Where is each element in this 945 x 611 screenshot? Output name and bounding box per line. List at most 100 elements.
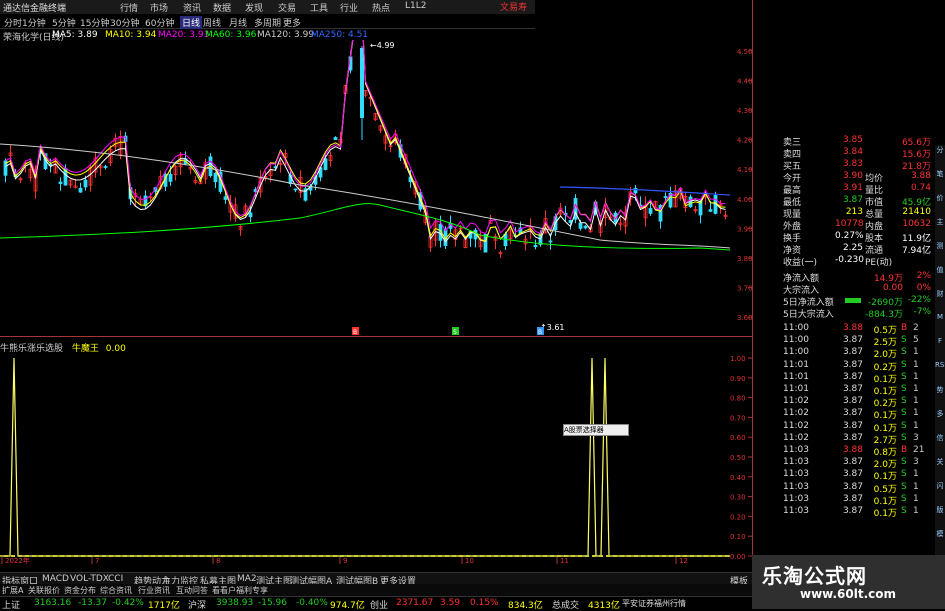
indicator-tab-2[interactable]: MACD [42, 574, 69, 584]
tick-row-15: 11:03 3.87 0.1万 S 1 [753, 506, 933, 519]
tick-volume: 0.1万 [873, 472, 897, 483]
period-tab-5[interactable]: 60分钟 [145, 16, 174, 29]
period-tab-2[interactable]: 5分钟 [52, 16, 76, 29]
indicator-dot [585, 555, 589, 557]
price-axis-label-8: 3.70 [737, 285, 752, 293]
side-tool-0[interactable]: 分 [935, 145, 945, 156]
period-tab-9[interactable]: 多周期 [254, 16, 281, 29]
tick-price: 3.87 [842, 420, 863, 431]
indicator-dot [578, 555, 582, 557]
side-tool-16[interactable]: 模 [935, 529, 945, 540]
tick-price: 3.87 [842, 396, 863, 407]
menu-item-7[interactable]: 行业 [340, 1, 358, 14]
info-tab-6[interactable]: 看看户福利专享 [212, 585, 268, 596]
indicator-dot [711, 555, 715, 557]
tick-side: S [901, 493, 907, 504]
index-amount-1: 974.7亿 [330, 601, 365, 611]
info-tab-2[interactable]: 资金分布 [64, 585, 96, 596]
period-tab-10[interactable]: 更多 [283, 16, 301, 29]
tick-side: S [901, 408, 907, 419]
tick-price: 3.87 [842, 384, 863, 394]
side-tool-13[interactable]: 关 [935, 457, 945, 468]
tick-volume: 0.5万 [873, 326, 897, 336]
period-tab-4[interactable]: 30分钟 [110, 16, 139, 29]
menu-item-9[interactable]: L1L2 [405, 1, 426, 11]
indicator-tab-3[interactable]: VOL-TDX [70, 574, 109, 584]
menu-item-0[interactable]: 行情 [120, 1, 138, 14]
quote-value: 3.85 [842, 135, 863, 145]
index-name-2[interactable]: 创业 [370, 598, 388, 611]
watermark-url: www.60lt.com [800, 587, 897, 601]
menu-item-8[interactable]: 热点 [372, 1, 390, 14]
index-name-3[interactable]: 总成交 [552, 598, 579, 611]
index-amount-2: 834.3亿 [508, 601, 543, 611]
period-tab-8[interactable]: 月线 [229, 16, 247, 29]
period-tab-6[interactable]: 日线 [180, 16, 203, 29]
indicator-dot [375, 555, 379, 557]
period-tab-0[interactable]: 分时 [4, 16, 22, 29]
indicator-dot [256, 555, 260, 557]
period-tab-7[interactable]: 周线 [203, 16, 221, 29]
menu-item-2[interactable]: 资讯 [183, 1, 201, 14]
indicator-axis-label-9: 0.10 [730, 533, 746, 541]
side-tool-1[interactable]: 笔 [935, 169, 945, 180]
flow-label: 5日大宗流入 [783, 310, 834, 320]
side-tool-15[interactable]: 版 [935, 505, 945, 516]
side-tool-12[interactable]: 信 [935, 433, 945, 444]
indicator-dot [32, 555, 36, 557]
indicator-dot [662, 555, 666, 557]
tick-time: 11:02 [783, 408, 809, 419]
indicator-dot [620, 555, 624, 557]
menu-item-4[interactable]: 发现 [245, 1, 263, 14]
info-tab-4[interactable]: 行业资讯 [138, 585, 170, 596]
indicator-dot [228, 555, 232, 557]
indicator-dot [200, 555, 204, 557]
indicator-tab-8[interactable]: MA2 [237, 574, 257, 584]
indicator-dot [382, 555, 386, 557]
side-tool-9[interactable]: RSI [935, 361, 945, 372]
quote-value: 213 [845, 207, 863, 217]
side-tool-10[interactable]: 势 [935, 385, 945, 396]
tick-volume: 0.1万 [873, 411, 897, 422]
tick-row-4: 11:01 3.87 0.1万 S 1 [753, 372, 933, 385]
side-tool-2[interactable]: 价 [935, 193, 945, 204]
side-tool-8[interactable]: F [935, 337, 945, 348]
period-tab-3[interactable]: 15分钟 [80, 16, 109, 29]
side-tool-11[interactable]: 多 [935, 409, 945, 420]
indicator-dot [88, 555, 92, 557]
info-tab-1[interactable]: 关联报价 [28, 585, 60, 596]
ma20-line [5, 40, 726, 235]
side-tool-6[interactable]: 财 [935, 289, 945, 300]
indicator-dot [109, 555, 113, 557]
info-tab-0[interactable]: 扩展A [2, 585, 23, 596]
side-tool-7[interactable]: M [935, 313, 945, 324]
indicator-dot [291, 555, 295, 557]
indicator-tab-4[interactable]: CCI [108, 574, 123, 584]
index-value-0: 3163.16 [34, 598, 72, 608]
info-tab-5[interactable]: 互动问答 [176, 585, 208, 596]
side-tool-5[interactable]: 值 [935, 265, 945, 276]
indicator-dot [452, 555, 456, 557]
quote-panel: 卖三 3.85 65.6万 卖四 3.84 15.6万 买五 3.83 21.8万 今开 3.90 均… [753, 135, 935, 555]
side-tool-4[interactable]: 测 [935, 241, 945, 252]
menu-item-5[interactable]: 交易 [278, 1, 296, 14]
candle-body [293, 188, 298, 191]
info-tab-3[interactable]: 综合资讯 [100, 585, 132, 596]
tick-side: B [901, 323, 908, 333]
menu-item-1[interactable]: 市场 [150, 1, 168, 14]
index-name-1[interactable]: 沪深 [188, 598, 206, 611]
side-tool-3[interactable]: 主 [935, 217, 945, 228]
indicator-chart[interactable]: 1.00 0.90 0.80 0.70 0.60 0.50 0.40 0.30 0.20 0.10… [0, 352, 752, 564]
tick-row-9: 11:02 3.87 2.7万 S 3 [753, 433, 933, 446]
tick-price: 3.87 [842, 493, 863, 504]
tick-volume: 0.8万 [873, 448, 897, 458]
menu-item-6[interactable]: 工具 [310, 1, 328, 14]
indicator-dot [151, 555, 155, 557]
tick-count: 1 [913, 359, 919, 370]
index-name-0[interactable]: 上证 [2, 598, 20, 611]
selector-tooltip[interactable]: A股票选择器 [563, 424, 629, 436]
side-tool-14[interactable]: 闪 [935, 481, 945, 492]
menu-item-3[interactable]: 数据 [213, 1, 231, 14]
period-tab-1[interactable]: 1分钟 [22, 16, 46, 29]
price-chart[interactable]: 4.50 4.40 4.30 4.20 4.10 4.00 3.90 3.80 3.70 3.60… [0, 40, 752, 336]
